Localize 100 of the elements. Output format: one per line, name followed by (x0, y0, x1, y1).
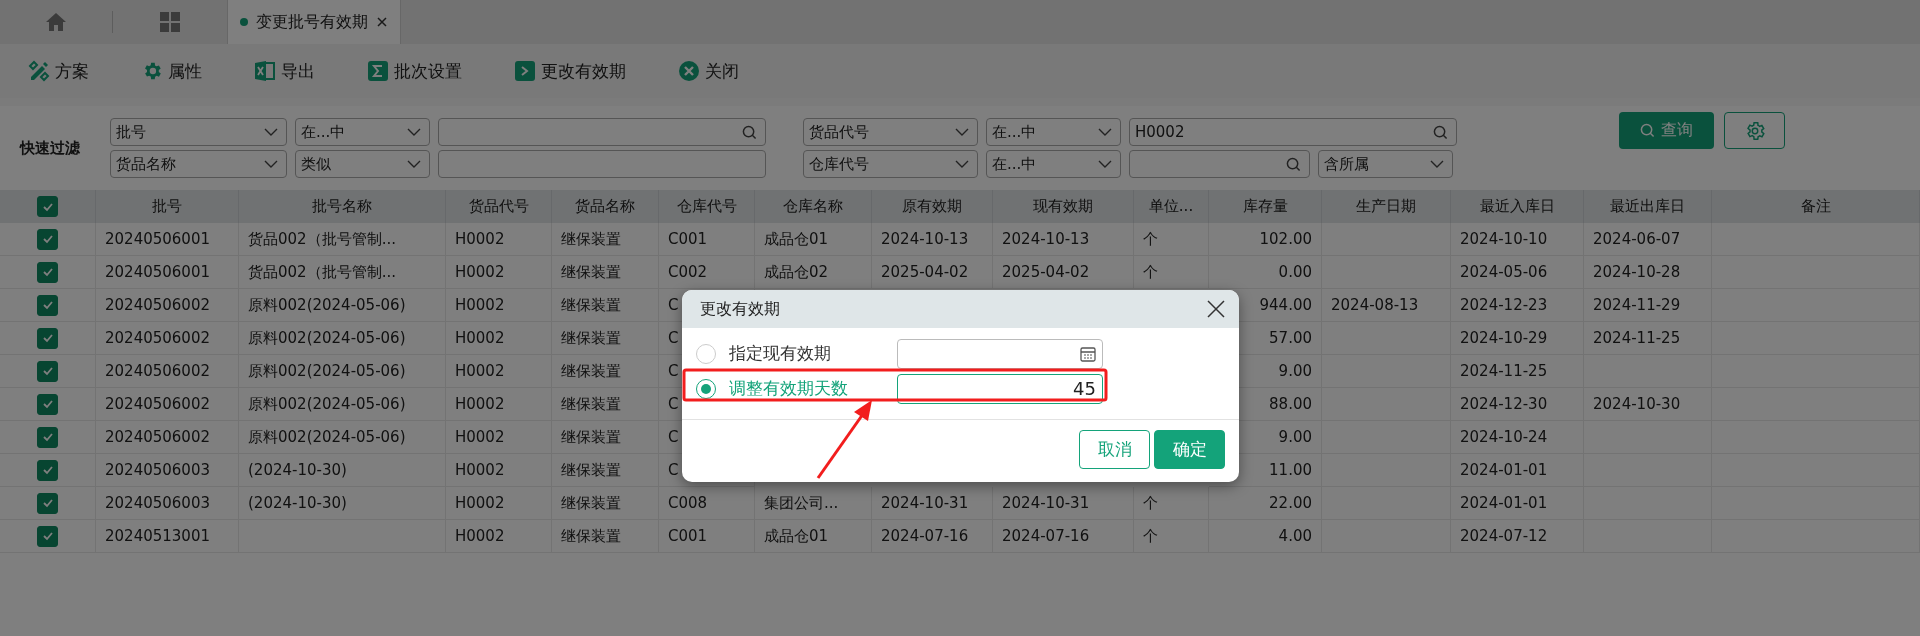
column-header[interactable]: 最近入库日 (1451, 190, 1584, 223)
toolbar-button[interactable]: 关闭 (678, 59, 739, 83)
dropdown[interactable]: 含所属 (1318, 150, 1453, 178)
dropdown[interactable]: 在...中 (295, 118, 430, 146)
table-cell: (2024-10-30) (239, 487, 446, 520)
table-cell: 继保装置 (552, 322, 659, 355)
table-cell: 2024-12-30 (1451, 388, 1584, 421)
confirm-button[interactable]: 确定 (1154, 430, 1225, 469)
table-cell: 个 (1134, 487, 1209, 520)
dropdown[interactable]: 在...中 (986, 150, 1121, 178)
table-cell: 2024-10-28 (1584, 256, 1712, 289)
table-cell: 2024-11-25 (1451, 355, 1584, 388)
table-cell: 继保装置 (552, 223, 659, 256)
table-cell: 原料002(2024-05-06) (239, 322, 446, 355)
table-cell: H0002 (446, 421, 552, 454)
column-header[interactable]: 生产日期 (1322, 190, 1451, 223)
column-header[interactable]: 仓库代号 (659, 190, 755, 223)
dropdown[interactable]: 批号 (110, 118, 287, 146)
table-cell: 4.00 (1209, 520, 1322, 553)
column-header[interactable]: 货品代号 (446, 190, 552, 223)
table-cell: 20240513001 (96, 520, 239, 553)
table-cell: 2024-11-25 (1584, 322, 1712, 355)
toolbar-button[interactable]: 导出 (254, 59, 315, 83)
query-button[interactable]: 查询 (1619, 112, 1714, 149)
table-cell: 2024-10-29 (1451, 322, 1584, 355)
table-cell: 继保装置 (552, 454, 659, 487)
table-cell: 2024-07-12 (1451, 520, 1584, 553)
dropdown[interactable]: 在...中 (986, 118, 1121, 146)
column-header[interactable]: 单位... (1134, 190, 1209, 223)
toolbar-button[interactable]: 批次设置 (367, 59, 462, 83)
table-cell: 20240506002 (96, 289, 239, 322)
column-header[interactable]: 批号名称 (239, 190, 446, 223)
column-header[interactable]: 备注 (1712, 190, 1920, 223)
table-cell: 原料002(2024-05-06) (239, 289, 446, 322)
table-cell: 2024-05-06 (1451, 256, 1584, 289)
table-cell: H0002 (446, 322, 552, 355)
table-cell: 个 (1134, 223, 1209, 256)
table-cell: 20240506002 (96, 421, 239, 454)
column-header[interactable]: 原有效期 (872, 190, 993, 223)
table-cell: 2024-10-31 (872, 487, 993, 520)
table-cell: 20240506003 (96, 454, 239, 487)
table-cell: 成品仓01 (755, 223, 872, 256)
table-cell: 继保装置 (552, 388, 659, 421)
table-cell: 2024-10-13 (993, 223, 1134, 256)
table-cell: 2024-07-16 (993, 520, 1134, 553)
table-cell: 集团公司... (755, 487, 872, 520)
table-cell: 继保装置 (552, 487, 659, 520)
table-cell: 2024-07-16 (872, 520, 993, 553)
dropdown[interactable]: 货品名称 (110, 150, 287, 178)
tab-label: 变更批号有效期 (256, 11, 368, 33)
toolbar-button[interactable]: 更改有效期 (514, 59, 626, 83)
table-cell: 2024-06-07 (1584, 223, 1712, 256)
table-cell: 2024-01-01 (1451, 487, 1584, 520)
table-cell: 继保装置 (552, 520, 659, 553)
dropdown[interactable]: 仓库代号 (803, 150, 978, 178)
table-cell: H0002 (446, 454, 552, 487)
toolbar-button[interactable]: 属性 (141, 59, 202, 83)
table-cell: 2025-04-02 (993, 256, 1134, 289)
dropdown[interactable]: 货品代号 (803, 118, 978, 146)
table-cell: 继保装置 (552, 421, 659, 454)
table-cell: C002 (659, 256, 755, 289)
table-cell: 原料002(2024-05-06) (239, 421, 446, 454)
table-cell: 货品002（批号管制... (239, 223, 446, 256)
column-header[interactable]: 最近出库日 (1584, 190, 1712, 223)
table-cell: 2024-01-01 (1451, 454, 1584, 487)
column-header[interactable]: 现有效期 (993, 190, 1134, 223)
table-cell: C001 (659, 223, 755, 256)
table-cell: 个 (1134, 520, 1209, 553)
table-cell: C001 (659, 520, 755, 553)
column-header[interactable]: 库存量 (1209, 190, 1322, 223)
table-cell: 20240506002 (96, 355, 239, 388)
table-cell: 20240506002 (96, 322, 239, 355)
table-cell: 20240506001 (96, 223, 239, 256)
table-cell: 原料002(2024-05-06) (239, 355, 446, 388)
table-cell: 货品002（批号管制... (239, 256, 446, 289)
column-header[interactable]: 货品名称 (552, 190, 659, 223)
dropdown[interactable]: 类似 (295, 150, 430, 178)
table-cell: 成品仓02 (755, 256, 872, 289)
tab[interactable]: 变更批号有效期 (227, 0, 401, 44)
table-cell: 2024-10-13 (872, 223, 993, 256)
table-cell: 20240506003 (96, 487, 239, 520)
table-cell: 2024-10-24 (1451, 421, 1584, 454)
toolbar-button[interactable]: 方案 (28, 59, 89, 83)
table-cell: 2024-11-29 (1584, 289, 1712, 322)
table-cell: 2024-08-13 (1322, 289, 1451, 322)
table-cell: 20240506001 (96, 256, 239, 289)
table-cell: 2025-04-02 (872, 256, 993, 289)
table-cell: 2024-10-10 (1451, 223, 1584, 256)
column-header[interactable]: 仓库名称 (755, 190, 872, 223)
table-cell: 继保装置 (552, 355, 659, 388)
table-cell: 2024-12-23 (1451, 289, 1584, 322)
column-header[interactable]: 批号 (96, 190, 239, 223)
number-field[interactable]: 45 (897, 373, 1103, 404)
table-cell: 2024-10-30 (1584, 388, 1712, 421)
table-cell: 102.00 (1209, 223, 1322, 256)
table-cell: 继保装置 (552, 289, 659, 322)
table-cell: 22.00 (1209, 487, 1322, 520)
cancel-button[interactable]: 取消 (1079, 430, 1150, 469)
table-cell: 20240506002 (96, 388, 239, 421)
search-field[interactable]: H0002 (1129, 118, 1457, 146)
